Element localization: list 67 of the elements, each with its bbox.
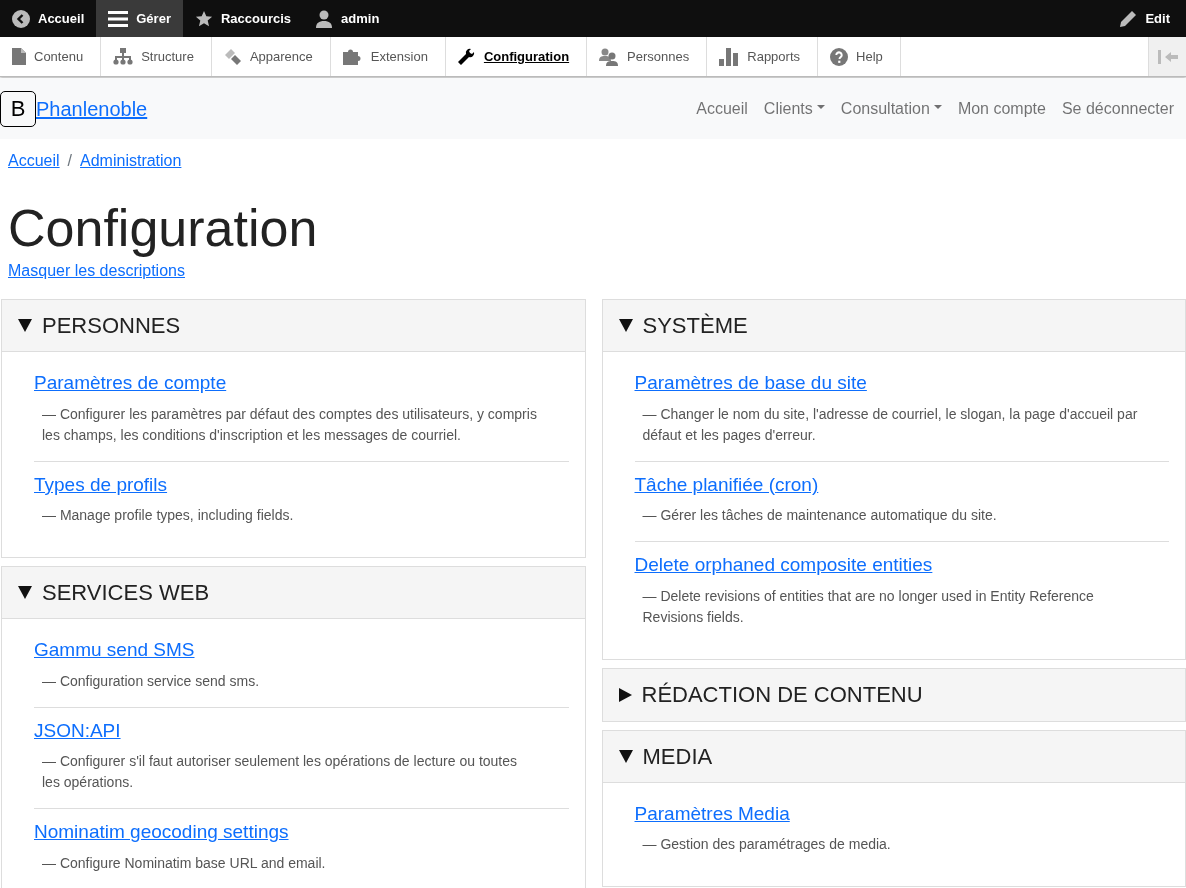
section-header[interactable]: SERVICES WEB	[2, 567, 585, 620]
logo: B	[0, 90, 36, 127]
toolbar-tab[interactable]: Gérer	[96, 0, 183, 37]
collapse-arrow-icon	[1157, 49, 1178, 64]
breadcrumb-link[interactable]: Administration	[80, 149, 182, 173]
link-description: — Gestion des paramétrages de media.	[641, 835, 892, 855]
toolbar-tab[interactable]: Raccourcis	[182, 0, 304, 37]
section-header[interactable]: PERSONNES	[2, 300, 585, 353]
link-description: — Configurer s'il faut autoriser seulement les opérations de lecture ou toutes les opérations.	[41, 752, 519, 793]
hierarchy-icon	[113, 48, 134, 65]
site-name-link[interactable]: Phanlenoble	[36, 93, 148, 124]
nav-link[interactable]: Clients	[755, 96, 833, 121]
link-description: — Configuration service send sms.	[41, 671, 261, 691]
section-title: SERVICES WEB	[42, 579, 210, 608]
config-link[interactable]: Delete orphaned composite entities	[634, 554, 933, 576]
collapse-tray-button[interactable]	[1148, 37, 1186, 76]
admin-menu-tab[interactable]: Help	[818, 37, 901, 76]
nav-link[interactable]: Accueil	[688, 96, 756, 121]
page-title: Configuration	[8, 198, 319, 259]
admin-menu-tab[interactable]: Configuration	[445, 37, 588, 76]
star-icon	[194, 9, 213, 28]
config-link[interactable]: Tâche planifiée (cron)	[634, 473, 819, 495]
user-icon	[315, 9, 334, 28]
config-link[interactable]: Paramètres Media	[634, 802, 790, 824]
breadcrumb-link[interactable]: Accueil	[8, 149, 60, 173]
admin-menu-tab[interactable]: Extension	[330, 37, 446, 76]
admin-menu-tab[interactable]: Contenu	[0, 37, 102, 76]
admin-menu-tab[interactable]: Personnes	[587, 37, 708, 76]
link-description: — Changer le nom du site, l'adresse de courriel, le slogan, la page d'accueil par défaut et les pages d'erreur.	[641, 404, 1139, 445]
section-header[interactable]: MEDIA	[602, 730, 1185, 783]
config-link[interactable]: Gammu send SMS	[34, 639, 195, 661]
link-description: — Delete revisions of entities that are no longer used in Entity Reference Revisions fields.	[641, 586, 1095, 627]
config-link[interactable]: Nominatim geocoding settings	[34, 821, 289, 843]
nav-link[interactable]: Mon compte	[949, 96, 1054, 121]
pencil-icon	[1120, 10, 1138, 27]
config-link[interactable]: Paramètres de base du site	[634, 372, 867, 394]
help-icon	[830, 47, 848, 66]
wrench-icon	[457, 47, 476, 66]
admin-menu-tab[interactable]: Apparence	[211, 37, 331, 76]
section-title: PERSONNES	[42, 312, 181, 341]
page-icon	[12, 48, 26, 65]
puzzle-icon	[342, 48, 363, 65]
section-title: RÉDACTION DE CONTENU	[641, 681, 923, 710]
link-description: — Manage profile types, including fields.	[41, 506, 295, 526]
people-icon	[599, 47, 620, 66]
back-circle-icon	[12, 9, 30, 28]
section-header[interactable]: RÉDACTION DE CONTENU	[602, 668, 1185, 721]
breadcrumb-separator: /	[67, 151, 73, 171]
toolbar-tab[interactable]: admin	[303, 0, 392, 37]
toolbar-tab[interactable]: Accueil	[0, 0, 97, 37]
config-link[interactable]: JSON:API	[34, 719, 121, 741]
config-link[interactable]: Types de profils	[34, 473, 168, 495]
nav-link[interactable]: Consultation	[832, 96, 950, 121]
section-title: MEDIA	[642, 742, 713, 771]
section-title: SYSTÈME	[642, 312, 748, 341]
menu-icon	[108, 9, 129, 28]
link-description: — Configure Nominatim base URL and email.	[41, 853, 327, 873]
toggle-descriptions-link[interactable]: Masquer les descriptions	[8, 259, 185, 284]
link-description: — Configurer les paramètres par défaut des comptes des utilisateurs, y compris les champs, les conditions d'inscription et les messages de courriel.	[41, 404, 538, 445]
admin-menu-tab[interactable]: Rapports	[707, 37, 818, 76]
nav-link[interactable]: Se déconnecter	[1053, 96, 1182, 121]
edit-button[interactable]: Edit	[1108, 0, 1186, 37]
link-description: — Gérer les tâches de maintenance automatique du site.	[641, 506, 998, 526]
admin-menu-tab[interactable]: Structure	[101, 37, 212, 76]
config-link[interactable]: Paramètres de compte	[34, 372, 227, 394]
bar-chart-icon	[719, 47, 740, 66]
section-header[interactable]: SYSTÈME	[602, 300, 1185, 353]
